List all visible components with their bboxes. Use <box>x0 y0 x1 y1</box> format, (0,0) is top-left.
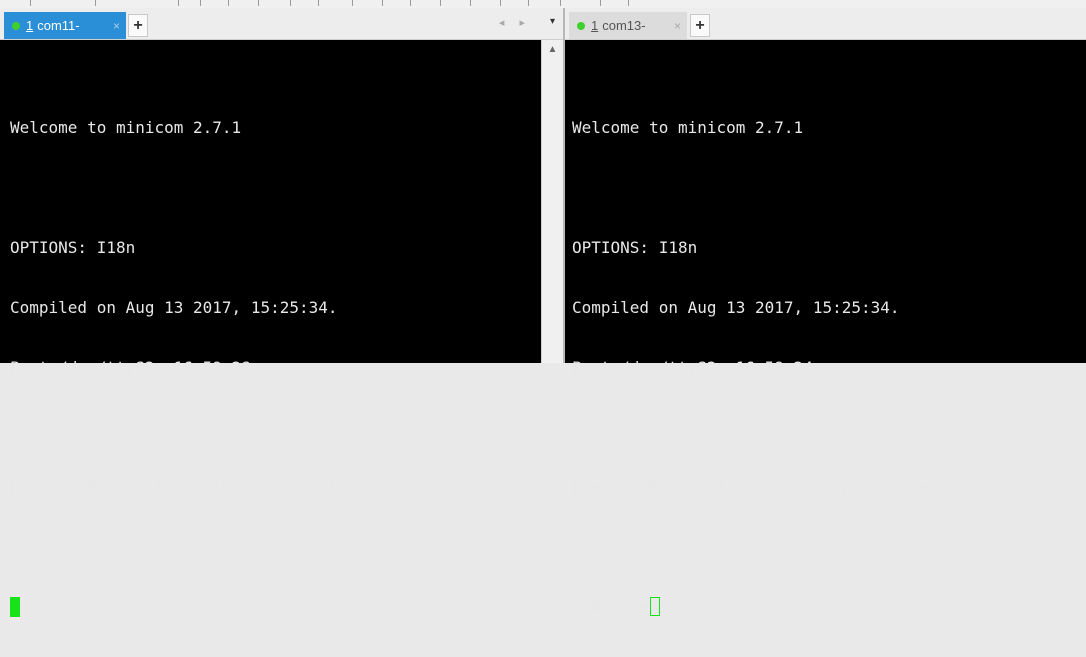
toolbar-icon-fragment <box>30 0 39 6</box>
connected-status-icon <box>577 21 585 30</box>
terminal-prompt-line: szbaijie <box>572 597 1086 617</box>
toolbar-icon-fragment <box>318 0 327 6</box>
tab-scroll-arrows-icon[interactable]: ◂ ▸ <box>499 16 531 29</box>
tab-com11[interactable]: 1 com11- × <box>4 12 126 39</box>
new-tab-button[interactable]: + <box>690 14 710 37</box>
toolbar-icon-fragment <box>95 0 104 6</box>
terminal-cursor <box>10 597 20 617</box>
terminal-line: OPTIONS: I18n <box>10 238 136 257</box>
left-terminal-output[interactable]: Welcome to minicom 2.7.1 OPTIONS: I18n C… <box>0 40 542 617</box>
terminal-line: Welcome to minicom 2.7.1 <box>572 118 804 137</box>
left-tabbar: 1 com11- × + ◂ ▸ ▾ <box>0 8 563 40</box>
terminal-line: Compiled on Aug 13 2017, 15:25:34. <box>572 298 900 317</box>
tab-com13[interactable]: 1 com13- × <box>569 12 687 39</box>
toolbar-icon-fragment <box>382 0 391 6</box>
new-tab-button[interactable]: + <box>128 14 148 37</box>
tab-title: com13- <box>602 18 646 33</box>
left-scrollbar[interactable]: ▲ <box>541 40 563 363</box>
right-session-pane: 1 com13- × + Welcome to minicom 2.7.1 OP… <box>565 8 1086 616</box>
terminal-line: Press CTRL-A Z for help on special keys <box>572 478 948 497</box>
terminal-line: Port /dev/ttyS2, 16:59:24 <box>572 358 813 377</box>
tab-number: 1 <box>26 18 34 33</box>
terminal-typed-text: szbaijie <box>572 597 650 616</box>
toolbar-icon-fragment <box>178 0 187 6</box>
toolbar-icon-fragment <box>258 0 267 6</box>
toolbar-icon-fragment <box>600 0 609 6</box>
toolbar-icon-fragment <box>352 0 361 6</box>
close-tab-icon[interactable]: × <box>113 19 120 33</box>
terminal-line: Port /dev/ttyS2, 16:59:28 <box>10 358 251 377</box>
terminal-prompt-line <box>10 597 542 617</box>
toolbar-remnant <box>0 0 1086 6</box>
right-terminal-output[interactable]: Welcome to minicom 2.7.1 OPTIONS: I18n C… <box>565 40 1086 616</box>
close-tab-icon[interactable]: × <box>674 19 681 33</box>
tab-list-dropdown-icon[interactable]: ▾ <box>550 16 555 27</box>
toolbar-icon-fragment <box>440 0 449 6</box>
toolbar-icon-fragment <box>410 0 419 6</box>
terminal-line: Welcome to minicom 2.7.1 <box>10 118 242 137</box>
terminal-cursor <box>650 597 661 616</box>
connected-status-icon <box>12 21 20 30</box>
toolbar-icon-fragment <box>628 0 637 6</box>
toolbar-icon-fragment <box>228 0 237 6</box>
terminal-line: OPTIONS: I18n <box>572 238 698 257</box>
toolbar-icon-fragment <box>500 0 509 6</box>
terminal-line: Compiled on Aug 13 2017, 15:25:34. <box>10 298 338 317</box>
toolbar-icon-fragment <box>470 0 479 6</box>
tab-title: com11- <box>37 18 80 33</box>
terminal-line: Press CTRL-A Z for help on special keys <box>10 478 386 497</box>
scroll-up-arrow-icon[interactable]: ▲ <box>542 44 563 55</box>
toolbar-icon-fragment <box>560 0 569 6</box>
tab-number: 1 <box>591 18 599 33</box>
toolbar-icon-fragment <box>200 0 209 6</box>
left-session-pane: 1 com11- × + ◂ ▸ ▾ Welcome to minicom 2.… <box>0 8 563 617</box>
toolbar-icon-fragment <box>290 0 299 6</box>
toolbar-icon-fragment <box>528 0 537 6</box>
right-tabbar: 1 com13- × + <box>565 8 1086 40</box>
